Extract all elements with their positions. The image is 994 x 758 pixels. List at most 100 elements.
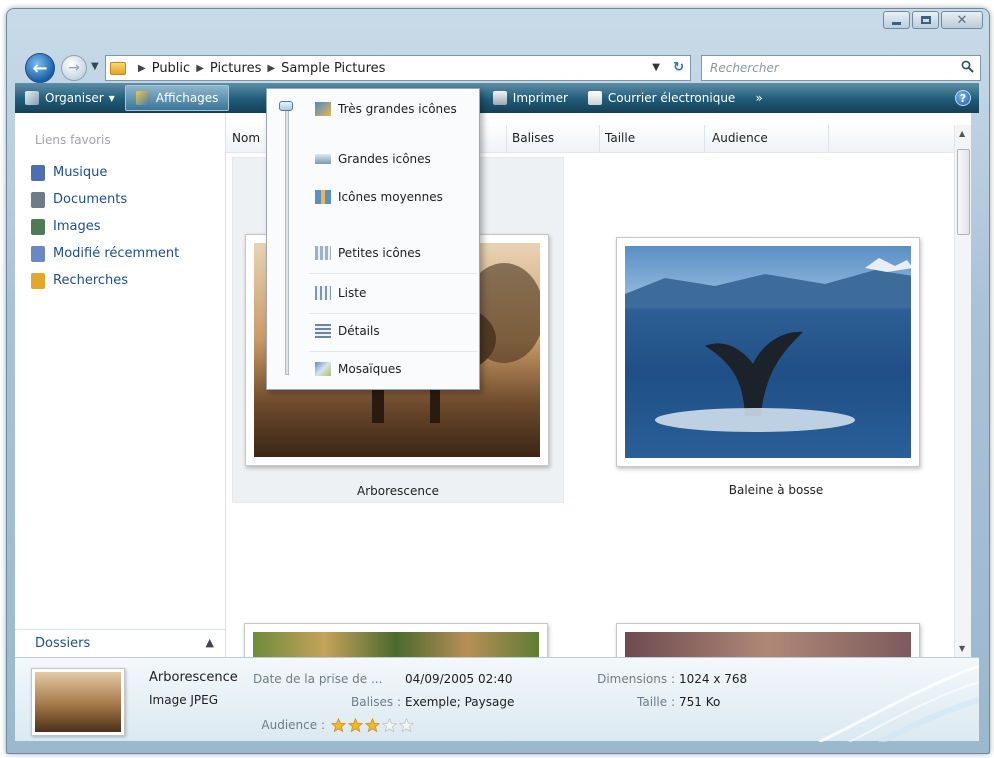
thumbnail-frame[interactable] <box>616 623 920 657</box>
navigation-pane: Liens favoris Musique Documents Images M… <box>15 113 226 657</box>
large-icons-icon <box>315 154 331 164</box>
menu-item-list[interactable]: Liste <box>315 279 366 307</box>
back-button[interactable]: ← <box>25 53 55 83</box>
tags-value[interactable]: Exemple; Paysage <box>405 695 514 709</box>
chevron-right-icon[interactable]: ▶ <box>267 63 275 74</box>
search-icon[interactable] <box>961 60 974 73</box>
maximize-button[interactable] <box>912 11 939 29</box>
history-dropdown[interactable]: ▼ <box>91 61 99 72</box>
menu-item-details[interactable]: Détails <box>315 317 380 345</box>
column-tags[interactable]: Balises <box>512 131 554 145</box>
menu-separator <box>309 351 477 352</box>
vertical-scrollbar[interactable]: ▲ ▼ <box>954 125 971 657</box>
tiles-view-icon <box>315 362 331 376</box>
tags-label: Balises : <box>351 695 401 709</box>
folder-icon <box>110 61 126 75</box>
column-divider[interactable] <box>704 125 705 153</box>
breadcrumb-pictures[interactable]: Pictures <box>210 61 261 76</box>
print-button[interactable]: Imprimer <box>483 83 578 113</box>
sidebar-item-label: Modifié récemment <box>53 246 180 261</box>
view-size-slider-track[interactable] <box>285 103 289 375</box>
menu-item-label: Détails <box>338 324 380 338</box>
column-divider[interactable] <box>828 125 829 153</box>
scrollbar-thumb[interactable] <box>957 149 970 235</box>
menu-item-label: Liste <box>338 286 367 300</box>
star-filled-icon[interactable] <box>365 718 380 733</box>
file-item-baleine[interactable]: Baleine à bosse <box>610 157 942 503</box>
caption-buttons: ✕ <box>881 11 983 29</box>
toolbar-overflow-button[interactable]: » <box>745 83 772 113</box>
email-button[interactable]: Courrier électronique <box>578 83 745 113</box>
command-toolbar: Organiser ▼ Affichages rama Imprimer Cou… <box>15 83 979 113</box>
menu-item-medium-icons[interactable]: Icônes moyennes <box>315 183 443 211</box>
menu-item-label: Très grandes icônes <box>338 102 457 116</box>
images-folder-icon <box>31 218 45 235</box>
sidebar-item-music[interactable]: Musique <box>31 159 179 186</box>
views-button[interactable]: Affichages <box>124 85 230 111</box>
address-dropdown-icon[interactable]: ▼ <box>652 62 660 73</box>
star-empty-icon[interactable] <box>399 718 414 733</box>
refresh-icon[interactable]: ↻ <box>673 60 684 75</box>
print-label: Imprimer <box>512 91 568 105</box>
size-label: Taille : <box>637 695 675 709</box>
menu-item-extra-large-icons[interactable]: Très grandes icônes <box>315 95 457 123</box>
back-arrow-icon: ← <box>32 57 48 79</box>
sidebar-item-searches[interactable]: Recherches <box>31 267 179 294</box>
size-value: 751 Ko <box>679 695 721 709</box>
email-icon <box>587 91 602 105</box>
scroll-down-icon[interactable]: ▼ <box>959 644 965 653</box>
chevron-up-icon: ▲ <box>205 636 214 649</box>
sidebar-item-documents[interactable]: Documents <box>31 186 179 213</box>
list-view-icon <box>315 286 331 300</box>
star-empty-icon[interactable] <box>382 718 397 733</box>
menu-item-label: Mosaïques <box>338 362 402 376</box>
detail-file-type: Image JPEG <box>149 693 219 707</box>
details-pane-decoration <box>818 664 979 742</box>
organize-button[interactable]: Organiser ▼ <box>15 83 125 113</box>
details-pane: Arborescence Image JPEG Date de la prise… <box>15 657 979 742</box>
sunset-thumbnail <box>625 632 911 657</box>
minimize-icon <box>892 21 901 25</box>
menu-item-tiles[interactable]: Mosaïques <box>315 355 402 383</box>
forward-button[interactable]: → <box>61 55 87 81</box>
sidebar-item-images[interactable]: Images <box>31 213 179 240</box>
view-size-slider-thumb[interactable] <box>279 101 293 111</box>
search-input[interactable]: Rechercher <box>701 55 981 81</box>
column-size[interactable]: Taille <box>605 131 635 145</box>
help-icon[interactable]: ? <box>955 90 971 106</box>
date-taken-value[interactable]: 04/09/2005 02:40 <box>405 672 513 686</box>
views-icon <box>135 91 150 105</box>
menu-item-label: Icônes moyennes <box>338 190 443 204</box>
minimize-button[interactable] <box>883 11 910 29</box>
breadcrumb-sample-pictures[interactable]: Sample Pictures <box>281 61 385 76</box>
star-filled-icon[interactable] <box>331 718 346 733</box>
scroll-up-icon[interactable]: ▲ <box>959 129 965 138</box>
sidebar-item-label: Documents <box>53 192 128 207</box>
chevron-right-icon: ▶ <box>138 62 146 74</box>
chevron-right-icon[interactable]: ▶ <box>196 63 204 74</box>
close-button[interactable]: ✕ <box>941 11 983 29</box>
column-divider[interactable] <box>506 125 507 153</box>
menu-separator <box>309 273 477 274</box>
menu-item-small-icons[interactable]: Petites icônes <box>315 239 421 267</box>
address-bar[interactable]: ▶ Public ▶ Pictures ▶ Sample Pictures ▼ … <box>105 55 691 81</box>
menu-item-large-icons[interactable]: Grandes icônes <box>315 145 431 173</box>
thumbnail-frame <box>616 237 920 467</box>
thumbnail-frame[interactable] <box>244 623 548 657</box>
folders-toggle[interactable]: Dossiers ▲ <box>15 629 226 657</box>
rating-stars[interactable] <box>331 718 416 733</box>
recent-folder-icon <box>31 245 45 262</box>
breadcrumb-public[interactable]: Public <box>152 61 190 76</box>
sidebar-item-recent[interactable]: Modifié récemment <box>31 240 179 267</box>
music-folder-icon <box>31 164 45 181</box>
column-audience[interactable]: Audience <box>712 131 768 145</box>
date-taken-label: Date de la prise de ... <box>253 672 383 686</box>
selected-file-thumbnail <box>31 668 125 736</box>
star-filled-icon[interactable] <box>348 718 363 733</box>
dimensions-label: Dimensions : <box>597 672 675 686</box>
column-divider[interactable] <box>599 125 600 153</box>
file-name-label: Baleine à bosse <box>728 483 824 497</box>
sidebar-item-label: Musique <box>53 165 108 180</box>
column-name[interactable]: Nom <box>232 131 260 145</box>
sidebar-item-label: Images <box>53 219 101 234</box>
